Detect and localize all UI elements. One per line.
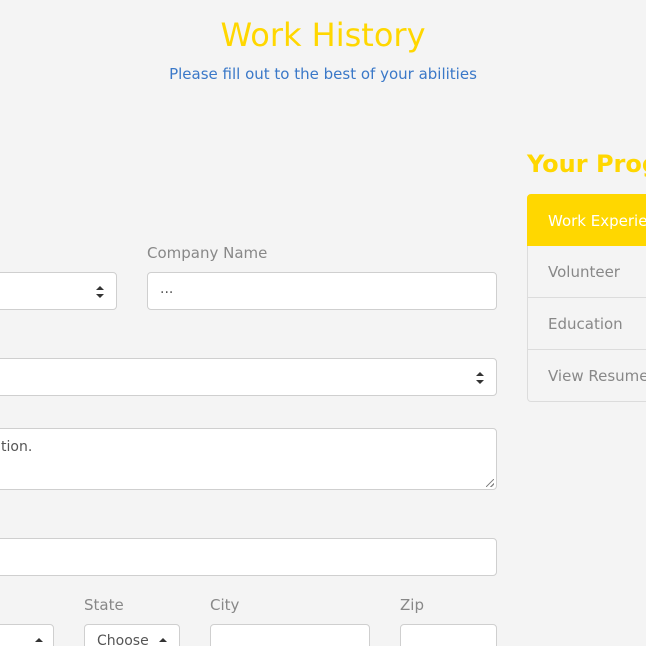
select-arrows-icon xyxy=(96,286,104,298)
select-arrows-icon xyxy=(159,638,167,646)
position-select[interactable] xyxy=(0,358,497,396)
resize-handle-icon[interactable] xyxy=(486,479,494,487)
description-textarea[interactable]: tion. xyxy=(0,428,497,490)
progress-item-education[interactable]: Education xyxy=(527,298,646,350)
zip-label: Zip xyxy=(400,596,424,614)
description-value: tion. xyxy=(1,439,33,455)
progress-item-volunteer[interactable]: Volunteer xyxy=(527,246,646,298)
page-title: Work History xyxy=(220,16,426,54)
state-select[interactable]: Choose xyxy=(84,624,180,646)
city-label: City xyxy=(210,596,240,614)
company-name-label: Company Name xyxy=(147,244,268,262)
state-label: State xyxy=(84,596,124,614)
company-name-value: ... xyxy=(160,281,174,297)
city-input[interactable] xyxy=(210,624,370,646)
progress-list: Work Experience Volunteer Education View… xyxy=(527,194,646,402)
address-input[interactable] xyxy=(0,538,497,576)
select-arrows-icon xyxy=(35,638,43,646)
page-subtitle: Please fill out to the best of your abil… xyxy=(169,65,477,83)
work-history-page: Work History Please fill out to the best… xyxy=(0,0,646,646)
select-arrows-icon xyxy=(476,372,484,384)
zip-input[interactable] xyxy=(400,624,497,646)
progress-item-view-resume[interactable]: View Resume xyxy=(527,350,646,402)
company-name-input[interactable]: ... xyxy=(147,272,497,310)
progress-title: Your Progress xyxy=(527,150,646,178)
progress-item-work-experience[interactable]: Work Experience xyxy=(527,194,646,246)
employer-type-select[interactable] xyxy=(0,272,117,310)
country-select[interactable] xyxy=(0,624,54,646)
state-value: Choose xyxy=(97,633,149,646)
